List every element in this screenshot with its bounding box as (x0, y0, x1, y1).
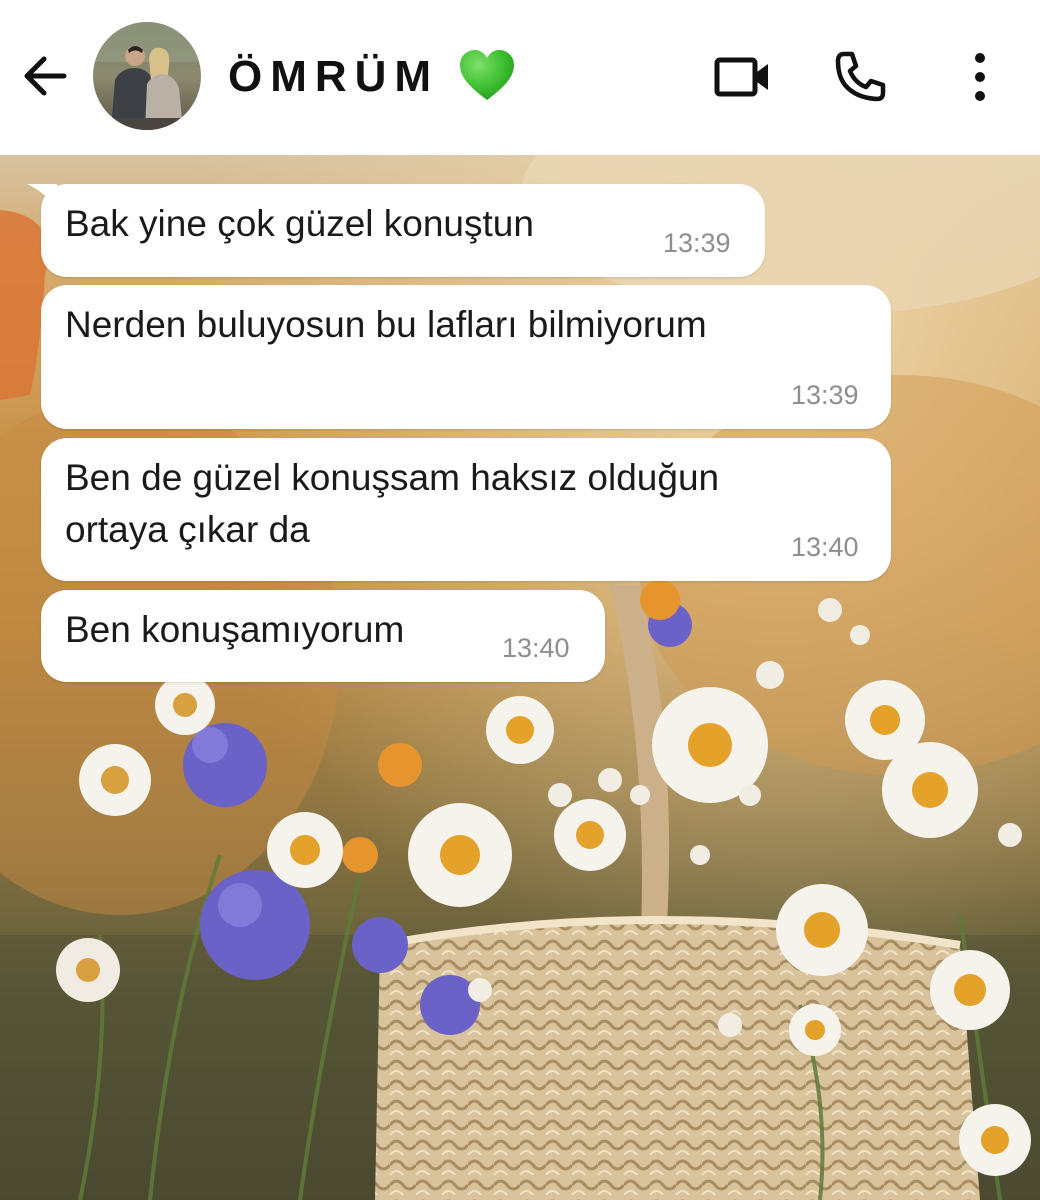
message-bubble[interactable]: Bak yine çok güzel konuştun 13:39 (27, 184, 765, 277)
video-camera-icon (714, 57, 768, 97)
message-line: Bak yine çok güzel konuştun (65, 203, 534, 244)
message-timestamp: 13:39 (791, 380, 859, 410)
arrow-left-icon (24, 56, 67, 96)
message-text: Nerden buluyosun bu lafları bilmiyorum (65, 299, 707, 351)
message-line: Ben de güzel konuşsam haksız olduğun (65, 457, 720, 498)
video-call-button[interactable] (706, 46, 778, 108)
more-options-button[interactable] (958, 46, 1002, 108)
back-button[interactable] (18, 48, 74, 104)
message-text: Ben konuşamıyorum (65, 604, 404, 656)
message-timestamp: 13:40 (502, 633, 570, 663)
more-vertical-icon (975, 53, 985, 101)
contact-avatar[interactable] (93, 22, 201, 130)
message-timestamp: 13:39 (663, 228, 731, 258)
contact-name[interactable]: ÖMRÜM (228, 47, 439, 107)
voice-call-button[interactable] (828, 45, 892, 109)
message-text: Ben de güzel konuşsam haksız olduğun ort… (65, 452, 719, 556)
message-line: ortaya çıkar da (65, 509, 310, 550)
message-line: Nerden buluyosun bu lafları bilmiyorum (65, 304, 707, 345)
message-text: Bak yine çok güzel konuştun (65, 198, 534, 250)
message-bubble[interactable]: Ben konuşamıyorum 13:40 (41, 590, 605, 682)
chat-area[interactable]: Bak yine çok güzel konuştun 13:39 Nerden… (0, 155, 1040, 1200)
message-timestamp: 13:40 (791, 532, 859, 562)
message-bubble[interactable]: Ben de güzel konuşsam haksız olduğun ort… (41, 438, 891, 581)
chat-header: ÖMRÜM (0, 0, 1040, 155)
phone-icon (835, 51, 886, 102)
avatar-photo (93, 22, 201, 130)
message-bubble[interactable]: Nerden buluyosun bu lafları bilmiyorum 1… (41, 285, 891, 429)
contact-name-text: ÖMRÜM (228, 52, 440, 101)
message-line: Ben konuşamıyorum (65, 609, 405, 650)
bubble-tail (27, 184, 57, 210)
green-heart-icon (458, 48, 516, 104)
